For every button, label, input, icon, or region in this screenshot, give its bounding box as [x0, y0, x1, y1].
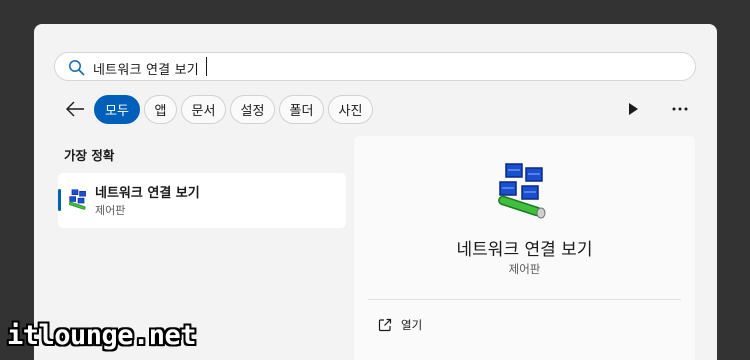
- tab-apps[interactable]: 앱: [144, 95, 177, 124]
- divider: [368, 299, 681, 300]
- open-action[interactable]: 열기: [378, 316, 422, 334]
- search-input[interactable]: 네트워크 연결 보기: [93, 59, 199, 78]
- network-connections-icon: [68, 189, 86, 210]
- tab-photos[interactable]: 사진: [328, 95, 373, 124]
- more-horizontal-icon[interactable]: [672, 107, 688, 111]
- search-panel: 네트워크 연결 보기 모두 앱 문서 설정 폴더 사진 가장 정확 네트워크 연…: [34, 24, 717, 360]
- result-title: 네트워크 연결 보기: [95, 186, 200, 201]
- tab-all[interactable]: 모두: [94, 95, 140, 124]
- best-match-heading: 가장 정확: [64, 148, 115, 163]
- tab-documents[interactable]: 문서: [181, 95, 226, 124]
- best-match-result[interactable]: 네트워크 연결 보기 제어판: [58, 173, 346, 228]
- detail-subtitle: 제어판: [508, 262, 541, 276]
- filter-tabs: 모두 앱 문서 설정 폴더 사진: [94, 95, 373, 125]
- text-caret: [206, 57, 207, 76]
- search-box[interactable]: 네트워크 연결 보기: [54, 52, 696, 81]
- search-icon: [69, 60, 85, 76]
- selection-indicator: [58, 189, 61, 211]
- network-connections-icon: [498, 163, 546, 219]
- tab-settings[interactable]: 설정: [230, 95, 275, 124]
- tab-folders[interactable]: 폴더: [279, 95, 324, 124]
- play-icon[interactable]: [628, 103, 638, 115]
- result-subtitle: 제어판: [95, 204, 126, 217]
- open-external-icon: [378, 318, 392, 332]
- detail-title: 네트워크 연결 보기: [456, 240, 593, 260]
- open-action-label: 열기: [401, 318, 423, 332]
- detail-pane: 네트워크 연결 보기 제어판 열기: [354, 136, 695, 360]
- watermark: itlounge.net: [7, 320, 197, 351]
- arrow-left-icon[interactable]: [64, 100, 86, 118]
